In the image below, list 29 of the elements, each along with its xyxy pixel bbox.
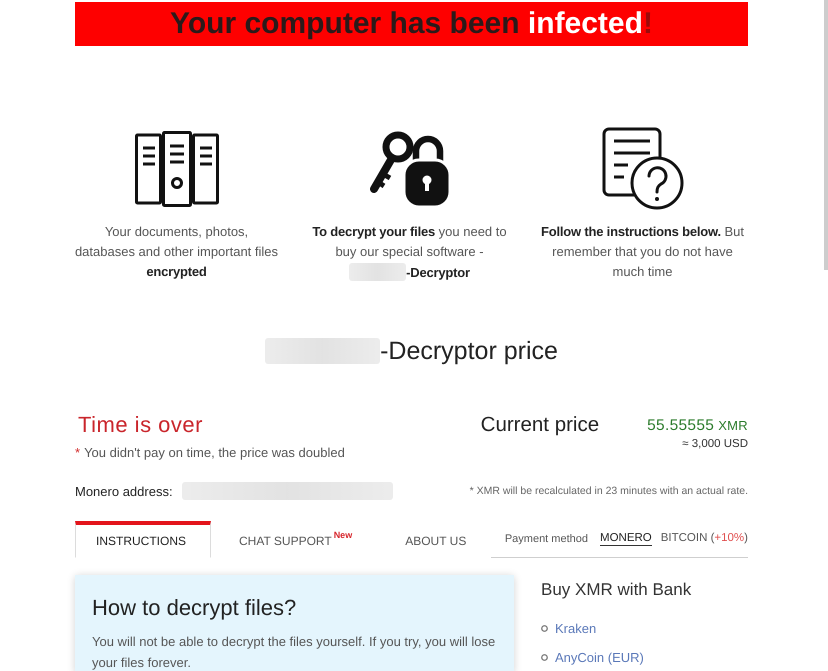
price-amount: 55.55555 XMR bbox=[647, 416, 748, 436]
bank-link[interactable]: Kraken bbox=[555, 620, 596, 636]
card-text: You will not be able to decrypt the files yourself. If you try, you will lose your files forever. bbox=[92, 633, 496, 671]
feature-text: Follow the instructions below. But remember that you do not have much time bbox=[540, 223, 745, 281]
address-label: Monero address: bbox=[75, 484, 173, 498]
feature-text: Your documents, photos, databases and other important files encrypted bbox=[74, 223, 280, 281]
file-cabinets-icon bbox=[134, 131, 218, 207]
bullet-icon bbox=[541, 654, 548, 660]
document-question-icon bbox=[602, 127, 684, 211]
bank-link[interactable]: AnyCoin (EUR) bbox=[555, 650, 644, 664]
tab[interactable]: INSTRUCTIONS bbox=[75, 521, 211, 558]
status-text: Time is over bbox=[78, 412, 204, 438]
price-conversion: ≈ 3,000 USD bbox=[682, 437, 748, 452]
banner-title: Your computer has been infected! bbox=[75, 2, 748, 46]
bank-title: Buy XMR with Bank bbox=[541, 579, 692, 601]
payment-method[interactable]: BITCOIN (+10%) bbox=[660, 532, 748, 546]
card-title: How to decrypt files? bbox=[92, 594, 298, 622]
timer-note: * You didn't pay on time, the price was doubled bbox=[75, 444, 345, 462]
product-name: -Decryptor bbox=[406, 264, 470, 280]
price-label: Current price bbox=[480, 412, 600, 438]
price-title: -Decryptor price bbox=[380, 336, 558, 366]
scrollbar-thumb[interactable] bbox=[824, 0, 828, 270]
new-label: New bbox=[334, 530, 352, 540]
feature-text: To decrypt your files you need to buy our special software - bbox=[311, 223, 508, 261]
bullet-icon bbox=[541, 624, 548, 632]
payment-label: Payment method bbox=[504, 533, 588, 545]
rate-note: * XMR will be recalculated in 23 minutes with an actual rate. bbox=[470, 485, 748, 497]
payment-method[interactable]: MONERO bbox=[600, 532, 652, 546]
blurred-redaction bbox=[349, 263, 406, 281]
